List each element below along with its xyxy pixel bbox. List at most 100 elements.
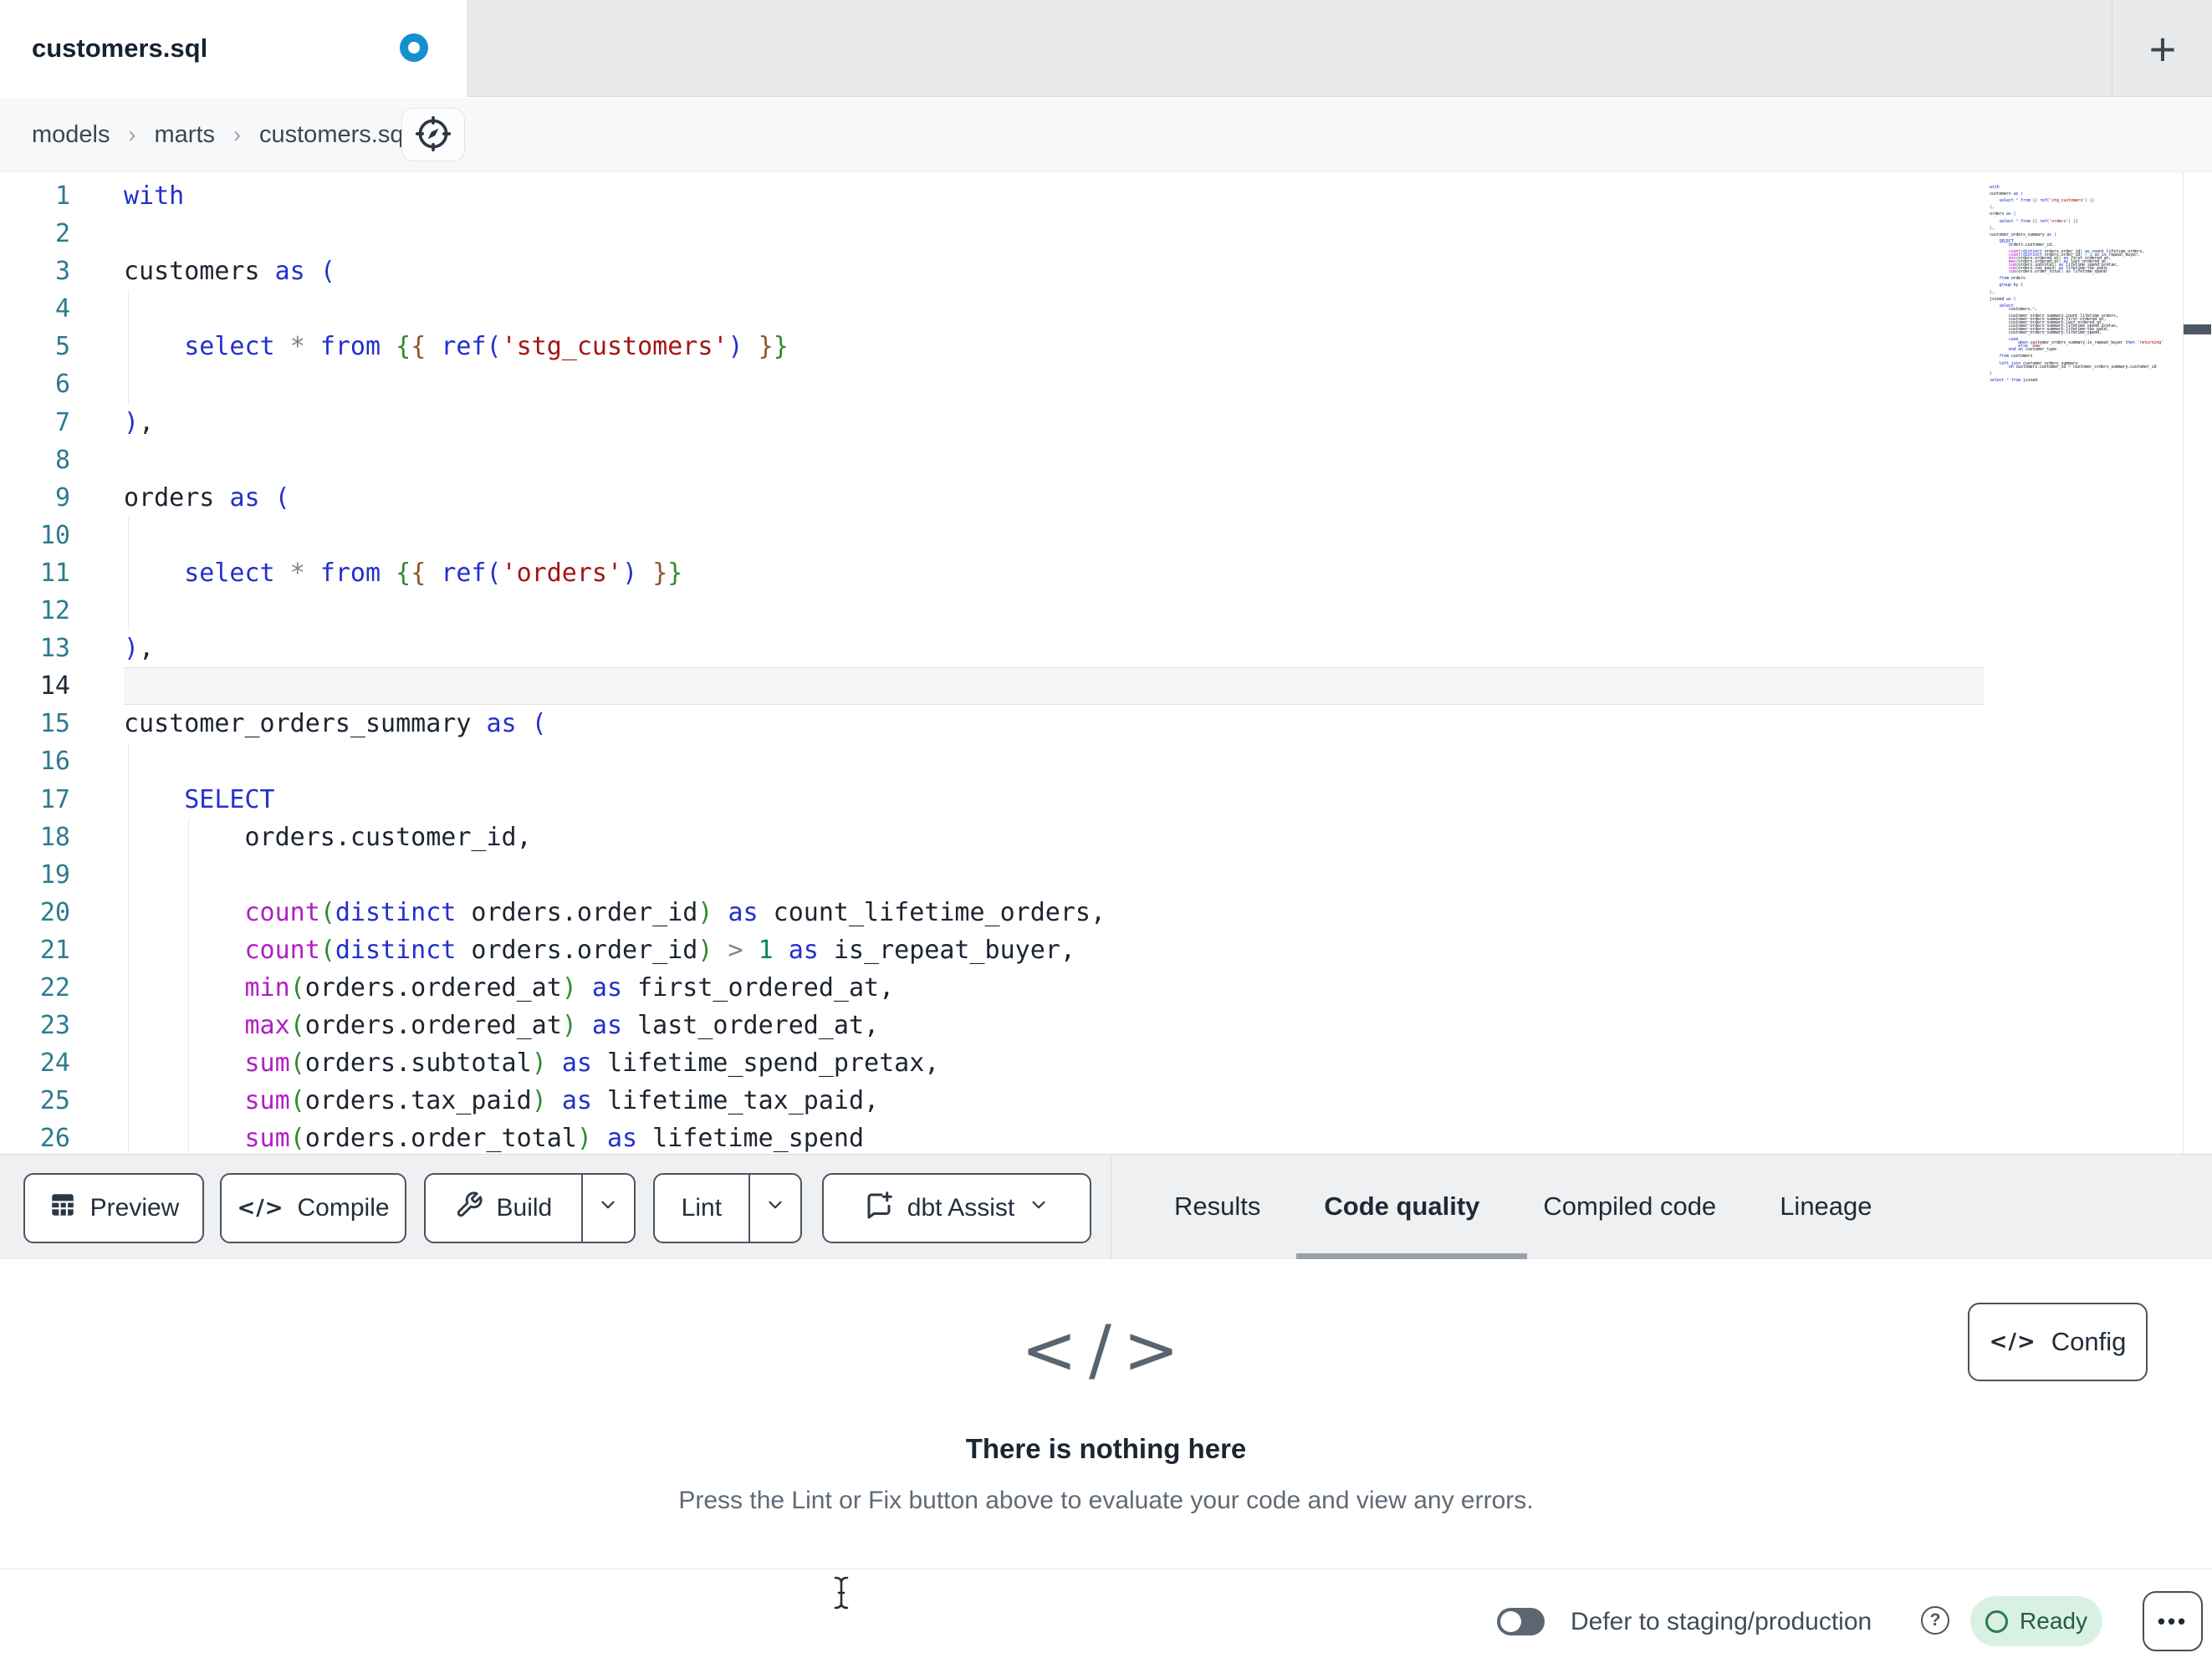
line-number[interactable]: 18 — [0, 819, 124, 856]
preview-button[interactable]: Preview — [23, 1173, 204, 1243]
line-number[interactable]: 5 — [0, 328, 124, 365]
line-number[interactable]: 22 — [0, 969, 124, 1007]
line-number[interactable]: 2 — [0, 215, 124, 253]
code-line[interactable]: 18 orders.customer_id, — [0, 818, 1984, 856]
breadcrumb-customers-sql[interactable]: customers.sql — [259, 121, 409, 149]
editor-tab-bar: customers.sql + — [0, 0, 2212, 97]
code-brackets-icon: </> — [1020, 1311, 1191, 1389]
code-line[interactable]: 26 sum(orders.order_total) as lifetime_s… — [0, 1120, 1984, 1158]
code-line[interactable]: 4 — [0, 290, 1984, 329]
assist-chat-sparkle-icon — [864, 1190, 894, 1227]
open-in-file-tree-button[interactable] — [401, 108, 465, 161]
line-number[interactable]: 14 — [0, 667, 124, 705]
line-number[interactable]: 10 — [0, 517, 124, 554]
line-number[interactable]: 16 — [0, 742, 124, 780]
line-number[interactable]: 9 — [0, 479, 124, 517]
lint-button[interactable]: Lint — [653, 1173, 802, 1243]
code-line[interactable]: 20 count(distinct orders.order_id) as co… — [0, 893, 1984, 931]
defer-toggle-label: Defer to staging/production — [1571, 1608, 1872, 1635]
more-options-button[interactable]: ••• — [2143, 1591, 2203, 1651]
line-number[interactable]: 7 — [0, 404, 124, 441]
code-line[interactable]: 10 — [0, 516, 1984, 554]
dbt-assist-button-label: dbt Assist — [907, 1194, 1015, 1222]
code-line[interactable]: 12 — [0, 592, 1984, 630]
breadcrumb: models › marts › customers.sql — [32, 98, 409, 171]
code-quality-panel: </> There is nothing here Press the Lint… — [0, 1259, 2212, 1569]
line-number[interactable]: 12 — [0, 592, 124, 630]
code-line[interactable]: 16 — [0, 742, 1984, 781]
line-number[interactable]: 13 — [0, 630, 124, 667]
line-number[interactable]: 1 — [0, 177, 124, 215]
line-number[interactable]: 8 — [0, 441, 124, 479]
build-button[interactable]: Build — [424, 1173, 636, 1243]
chevron-down-icon — [1028, 1194, 1050, 1222]
line-number[interactable]: 3 — [0, 253, 124, 290]
line-number[interactable]: 17 — [0, 781, 124, 819]
code-line[interactable]: 15 customer_orders_summary as ( — [0, 705, 1984, 742]
code-line[interactable]: 22 min(orders.ordered_at) as first_order… — [0, 968, 1984, 1008]
wrench-icon — [455, 1191, 483, 1226]
code-line[interactable]: 5 select * from {{ ref('stg_customers') … — [0, 328, 1984, 366]
empty-state-title: There is nothing here — [965, 1433, 1247, 1464]
code-line[interactable]: 9 orders as ( — [0, 479, 1984, 517]
code-line[interactable]: 21 count(distinct orders.order_id) > 1 a… — [0, 931, 1984, 969]
code-brackets-icon: </> — [237, 1196, 284, 1221]
minimap[interactable]: with customers as ( select * from {{ ref(… — [1990, 179, 2180, 384]
code-line[interactable]: 7), — [0, 404, 1984, 441]
line-number[interactable]: 20 — [0, 894, 124, 931]
breadcrumb-row: models › marts › customers.sql — [0, 98, 2212, 268]
line-number[interactable]: 4 — [0, 290, 124, 328]
build-button-main[interactable]: Build — [426, 1175, 581, 1242]
code-line[interactable]: 11 select * from {{ ref('orders') }} — [0, 554, 1984, 593]
line-number[interactable]: 26 — [0, 1120, 124, 1157]
status-bar: Defer to staging/production ? Ready ••• — [0, 1569, 2212, 1653]
line-number[interactable]: 15 — [0, 705, 124, 742]
tab-code-quality[interactable]: Code quality — [1324, 1191, 1479, 1222]
tab-customers-sql[interactable]: customers.sql — [0, 0, 467, 97]
lint-button-main[interactable]: Lint — [655, 1175, 748, 1242]
line-number[interactable]: 19 — [0, 856, 124, 894]
dbt-assist-button[interactable]: dbt Assist — [822, 1173, 1091, 1243]
breadcrumb-marts[interactable]: marts — [155, 121, 216, 149]
unsaved-changes-dot-icon — [400, 33, 428, 62]
code-line[interactable]: 17 SELECT — [0, 780, 1984, 819]
tab-title: customers.sql — [32, 33, 208, 63]
build-dropdown-button[interactable] — [583, 1175, 634, 1242]
code-line[interactable]: 3 customers as ( — [0, 253, 1984, 290]
tab-lineage[interactable]: Lineage — [1780, 1191, 1872, 1222]
code-line[interactable]: 2 — [0, 215, 1984, 253]
line-number[interactable]: 6 — [0, 365, 124, 403]
config-button[interactable]: </> Config — [1968, 1303, 2148, 1381]
line-number[interactable]: 25 — [0, 1082, 124, 1120]
editor-scrollbar[interactable] — [2183, 172, 2212, 1154]
minimap-content: with customers as ( select * from {{ ref(… — [1990, 185, 2163, 383]
code-line[interactable]: 8 — [0, 441, 1984, 479]
code-line[interactable]: 14 — [0, 667, 1984, 706]
compile-button[interactable]: </> Compile — [220, 1173, 406, 1243]
code-line[interactable]: 13), — [0, 630, 1984, 667]
defer-toggle[interactable] — [1497, 1608, 1545, 1635]
code-line[interactable]: 6 — [0, 365, 1984, 404]
tab-compiled-code[interactable]: Compiled code — [1543, 1191, 1716, 1222]
breadcrumb-separator: › — [128, 121, 136, 147]
tab-results[interactable]: Results — [1174, 1191, 1260, 1222]
code-line[interactable]: 19 — [0, 855, 1984, 894]
code-line[interactable]: 23 max(orders.ordered_at) as last_ordere… — [0, 1007, 1984, 1045]
line-number[interactable]: 11 — [0, 554, 124, 592]
line-number[interactable]: 21 — [0, 931, 124, 969]
line-number[interactable]: 23 — [0, 1007, 124, 1044]
breadcrumb-models[interactable]: models — [32, 121, 110, 149]
code-lines: 1 with 2 3 customers as (4 5 select * from {{… — [0, 177, 1984, 1158]
code-line[interactable]: 25 sum(orders.tax_paid) as lifetime_tax_… — [0, 1082, 1984, 1120]
ide-status-badge[interactable]: Ready — [1970, 1596, 2102, 1646]
line-number[interactable]: 24 — [0, 1044, 124, 1082]
plus-icon: + — [2148, 22, 2177, 75]
code-line[interactable]: 24 sum(orders.subtotal) as lifetime_spen… — [0, 1044, 1984, 1083]
help-icon[interactable]: ? — [1921, 1606, 1949, 1635]
code-line[interactable]: 1 with — [0, 177, 1984, 215]
lint-dropdown-button[interactable] — [750, 1175, 800, 1242]
new-tab-button[interactable]: + — [2133, 18, 2193, 79]
lint-button-label: Lint — [681, 1194, 723, 1222]
scrollbar-cursor-marker — [2184, 324, 2211, 334]
code-editor[interactable]: 1 with 2 3 customers as (4 5 select * from {{… — [0, 172, 2212, 1158]
